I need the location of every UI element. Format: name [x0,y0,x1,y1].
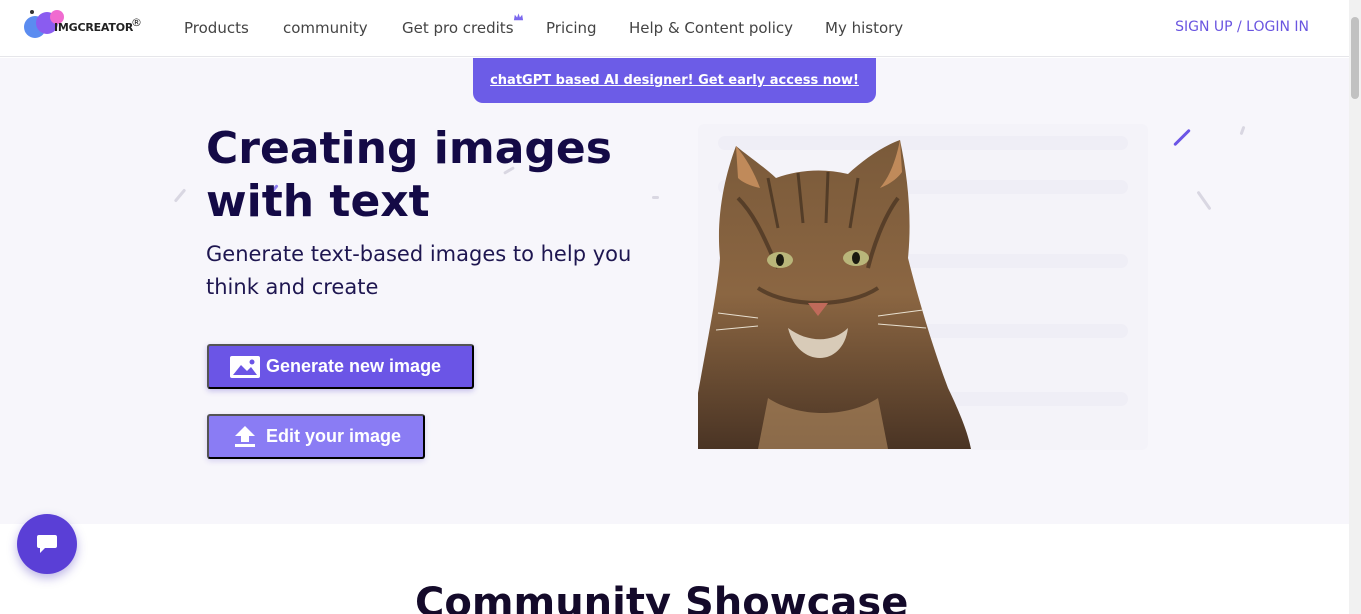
image-icon [230,355,260,378]
edit-your-image-button[interactable]: Edit your image [207,414,425,459]
logo-dot [30,10,34,14]
upload-icon [235,425,255,447]
page-scrollbar[interactable] [1349,0,1361,614]
nav-pricing[interactable]: Pricing [546,19,597,37]
chat-launcher-button[interactable] [17,514,77,574]
decor-dash [173,188,187,203]
nav-community[interactable]: community [283,19,368,37]
signup-login-link[interactable]: SIGN UP / LOGIN IN [1175,19,1309,35]
crown-icon [513,13,524,21]
imgcreator-logo[interactable]: IMGCREATOR ® [24,10,154,42]
decor-dash [1173,128,1191,147]
early-access-banner[interactable]: chatGPT based AI designer! Get early acc… [473,58,876,103]
hero-section: chatGPT based AI designer! Get early acc… [0,58,1349,524]
generate-new-image-label: Generate new image [266,356,442,376]
top-navigation: IMGCREATOR ® Products community Get pro … [0,0,1349,57]
hero-title: Creating images with text [206,123,612,227]
nav-my-history[interactable]: My history [825,19,903,37]
decor-dash [1196,190,1212,211]
community-showcase-heading: Community Showcase [415,580,909,614]
scrollbar-thumb[interactable] [1351,17,1359,99]
nav-get-pro-credits[interactable]: Get pro credits [402,19,514,37]
generate-new-image-button[interactable]: Generate new image [207,344,474,389]
edit-your-image-label: Edit your image [266,426,402,446]
decor-dash [652,196,659,199]
brand-registered-mark: ® [131,16,142,29]
nav-help-content-policy[interactable]: Help & Content policy [629,19,793,37]
decor-dash [1239,125,1246,136]
brand-name: IMGCREATOR [54,21,134,34]
chat-icon [37,535,57,553]
cat-illustration [698,140,971,449]
hero-subtitle: Generate text-based images to help you t… [206,242,632,299]
nav-products[interactable]: Products [184,19,249,37]
